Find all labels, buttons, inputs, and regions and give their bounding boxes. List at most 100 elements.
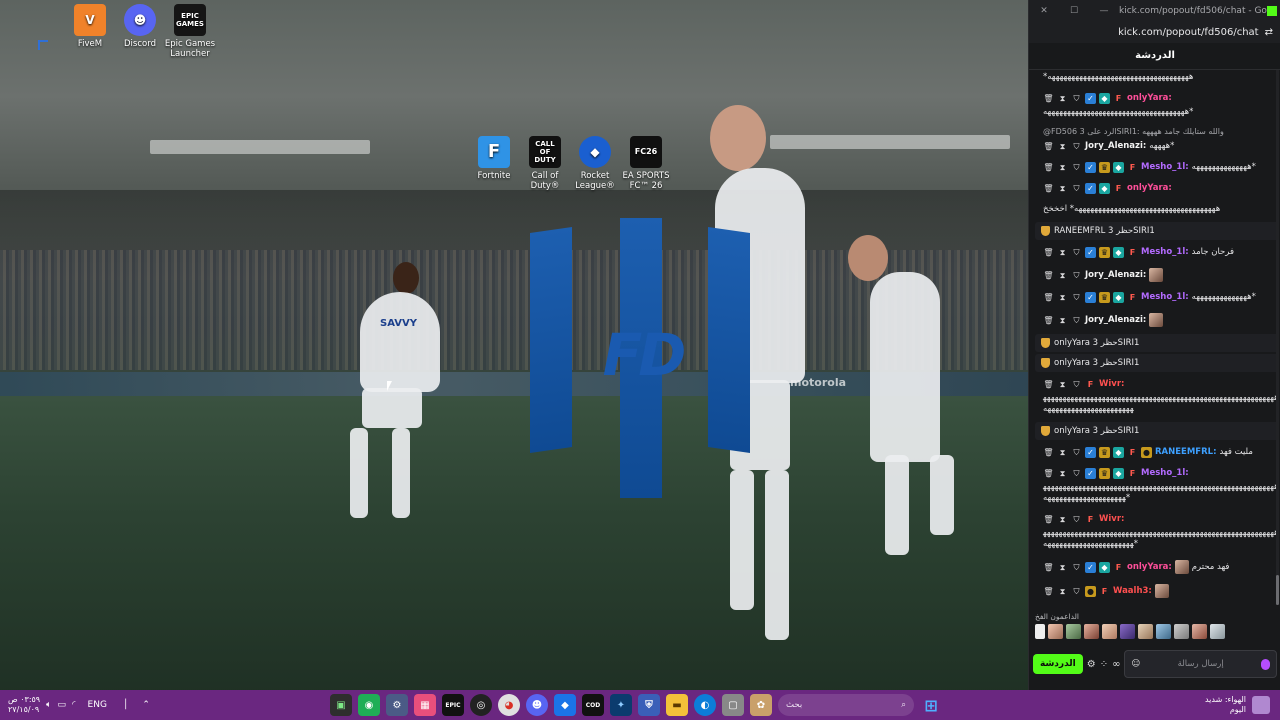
trash-icon[interactable]: 🗑︎	[1043, 162, 1054, 173]
trash-icon[interactable]: 🗑︎	[1043, 586, 1054, 597]
chat-send-button[interactable]: الدردشة	[1033, 654, 1083, 674]
hourglass-icon[interactable]: ⧗	[1057, 270, 1068, 281]
taskbar-app-folder-icon[interactable]: ▬	[666, 694, 688, 716]
taskbar-app-terminal-icon[interactable]: ▣	[330, 694, 352, 716]
trash-icon[interactable]: 🗑︎	[1043, 141, 1054, 152]
chat-scrollbar[interactable]	[1276, 70, 1279, 605]
trash-icon[interactable]: 🗑︎	[1043, 468, 1054, 479]
site-settings-icon[interactable]: ⇄	[1265, 27, 1273, 38]
shield-icon[interactable]: ⛉	[1071, 183, 1082, 194]
hourglass-icon[interactable]: ⧗	[1057, 447, 1068, 458]
shield-icon[interactable]: ⛉	[1071, 162, 1082, 173]
shield-icon[interactable]: ⛉	[1071, 292, 1082, 303]
trash-icon[interactable]: 🗑︎	[1043, 315, 1054, 326]
microphone-tray-icon[interactable]: │	[123, 700, 128, 710]
chat-message-input[interactable]: ☺ إرسال رسالة	[1124, 650, 1277, 678]
shield-icon[interactable]: ⛉	[1071, 247, 1082, 258]
wifi-icon[interactable]: ◜	[72, 700, 76, 710]
trash-icon[interactable]: 🗑︎	[1043, 447, 1054, 458]
trash-icon[interactable]: 🗑︎	[1043, 183, 1054, 194]
shield-icon[interactable]: ⛉	[1071, 379, 1082, 390]
taskbar-app-xbox-icon[interactable]: ◉	[358, 694, 380, 716]
volume-icon[interactable]: 🔈︎	[46, 700, 51, 710]
hourglass-icon[interactable]: ⧗	[1057, 514, 1068, 525]
url-bar[interactable]: kick.com/popout/fd506/chat ⇄	[1029, 21, 1280, 43]
desktop-icon-call-of-duty[interactable]: CALL OF DUTY Call of Duty®	[517, 136, 573, 191]
taskbar-app-game-icon[interactable]: ✿	[750, 694, 772, 716]
taskbar-app-discord-icon[interactable]: ☻	[526, 694, 548, 716]
settings-icon[interactable]: ⚙	[1087, 659, 1096, 670]
users-icon[interactable]: ⁘	[1100, 659, 1108, 670]
hourglass-icon[interactable]: ⧗	[1057, 93, 1068, 104]
desktop-icon-discord[interactable]: ☻ Discord	[112, 4, 168, 49]
hourglass-icon[interactable]: ⧗	[1057, 315, 1068, 326]
chevron-up-icon[interactable]: ⌃	[142, 700, 150, 710]
taskbar-app-obs-icon[interactable]: ◎	[470, 694, 492, 716]
trash-icon[interactable]: 🗑︎	[1043, 247, 1054, 258]
desktop-icon-fortnite[interactable]: F Fortnite	[466, 136, 522, 181]
taskbar-app-blue-icon[interactable]: ◆	[554, 694, 576, 716]
taskbar-app-cod-icon[interactable]: COD	[582, 694, 604, 716]
taskbar-app-settings-icon[interactable]: ⚙	[386, 694, 408, 716]
taskbar-app-battlenet-icon[interactable]: ✦	[610, 694, 632, 716]
shield-icon[interactable]: ⛉	[1071, 270, 1082, 281]
hourglass-icon[interactable]: ⧗	[1057, 292, 1068, 303]
microphone-icon[interactable]	[1260, 658, 1270, 670]
minimize-icon[interactable]: —	[1089, 6, 1119, 16]
close-icon[interactable]: ✕	[1029, 6, 1059, 16]
desktop-icon-rocket-league[interactable]: ◆ Rocket League®	[567, 136, 623, 191]
chat-username[interactable]: Mesho_1l:	[1141, 247, 1189, 258]
chat-username[interactable]: Wivr:	[1099, 379, 1124, 390]
chat-username[interactable]: Jory_Alenazi:	[1085, 270, 1146, 281]
desktop-icon-ea-sports-fc[interactable]: FC26 EA SPORTS FC™ 26	[618, 136, 674, 191]
chat-username[interactable]: onlyYara:	[1127, 562, 1172, 573]
trash-icon[interactable]: 🗑︎	[1043, 379, 1054, 390]
shield-icon[interactable]: ⛉	[1071, 562, 1082, 573]
chat-username[interactable]: onlyYara:	[1127, 183, 1172, 194]
supporter-avatars[interactable]	[1035, 624, 1271, 639]
chat-username[interactable]: RANEEMFRL:	[1155, 447, 1216, 458]
hourglass-icon[interactable]: ⧗	[1057, 162, 1068, 173]
taskbar-app-window-icon[interactable]: ▢	[722, 694, 744, 716]
windows-start-icon[interactable]: ⊞	[920, 694, 942, 716]
trash-icon[interactable]: 🗑︎	[1043, 562, 1054, 573]
shield-icon[interactable]: ⛉	[1071, 315, 1082, 326]
shield-icon[interactable]: ⛉	[1071, 447, 1082, 458]
trash-icon[interactable]: 🗑︎	[1043, 93, 1054, 104]
trash-icon[interactable]: 🗑︎	[1043, 292, 1054, 303]
chat-username[interactable]: Mesho_1l:	[1141, 468, 1189, 479]
hourglass-icon[interactable]: ⧗	[1057, 468, 1068, 479]
infinity-icon[interactable]: ∞	[1112, 659, 1120, 670]
taskbar-app-shield-icon[interactable]: ⛨	[638, 694, 660, 716]
clock[interactable]: ٠٣:٥٩ ص ٢٧/١٥/٠٩	[8, 695, 40, 715]
chat-username[interactable]: Mesho_1l:	[1141, 292, 1189, 303]
taskbar-app-store-icon[interactable]: ▦	[414, 694, 436, 716]
hourglass-icon[interactable]: ⧗	[1057, 379, 1068, 390]
emoji-icon[interactable]: ☺	[1131, 659, 1140, 669]
desktop-icon-fivem[interactable]: V FiveM	[62, 4, 118, 49]
shield-icon[interactable]: ⛉	[1071, 141, 1082, 152]
taskbar-app-edge-icon[interactable]: ◐	[694, 694, 716, 716]
maximize-icon[interactable]: ☐	[1059, 6, 1089, 16]
taskbar-search[interactable]: بحث ⌕	[778, 694, 914, 716]
hourglass-icon[interactable]: ⧗	[1057, 141, 1068, 152]
chat-username[interactable]: onlyYara:	[1127, 93, 1172, 104]
hourglass-icon[interactable]: ⧗	[1057, 183, 1068, 194]
shield-icon[interactable]: ⛉	[1071, 514, 1082, 525]
network-icon[interactable]: ▭	[58, 700, 67, 710]
chat-username[interactable]: Waalh3:	[1113, 586, 1152, 597]
trash-icon[interactable]: 🗑︎	[1043, 514, 1054, 525]
shield-icon[interactable]: ⛉	[1071, 93, 1082, 104]
hourglass-icon[interactable]: ⧗	[1057, 586, 1068, 597]
language-indicator[interactable]: ENG	[88, 700, 107, 710]
chat-username[interactable]: Jory_Alenazi:	[1085, 315, 1146, 326]
shield-icon[interactable]: ⛉	[1071, 468, 1082, 479]
chat-username[interactable]: Mesho_1l:	[1141, 162, 1189, 173]
trash-icon[interactable]: 🗑︎	[1043, 270, 1054, 281]
taskbar-app-chrome-icon[interactable]: ◕	[498, 694, 520, 716]
taskbar-app-epic-icon[interactable]: EPIC	[442, 694, 464, 716]
chat-username[interactable]: Jory_Alenazi:	[1085, 141, 1146, 152]
hourglass-icon[interactable]: ⧗	[1057, 562, 1068, 573]
chat-username[interactable]: Wivr:	[1099, 514, 1124, 525]
shield-icon[interactable]: ⛉	[1071, 586, 1082, 597]
